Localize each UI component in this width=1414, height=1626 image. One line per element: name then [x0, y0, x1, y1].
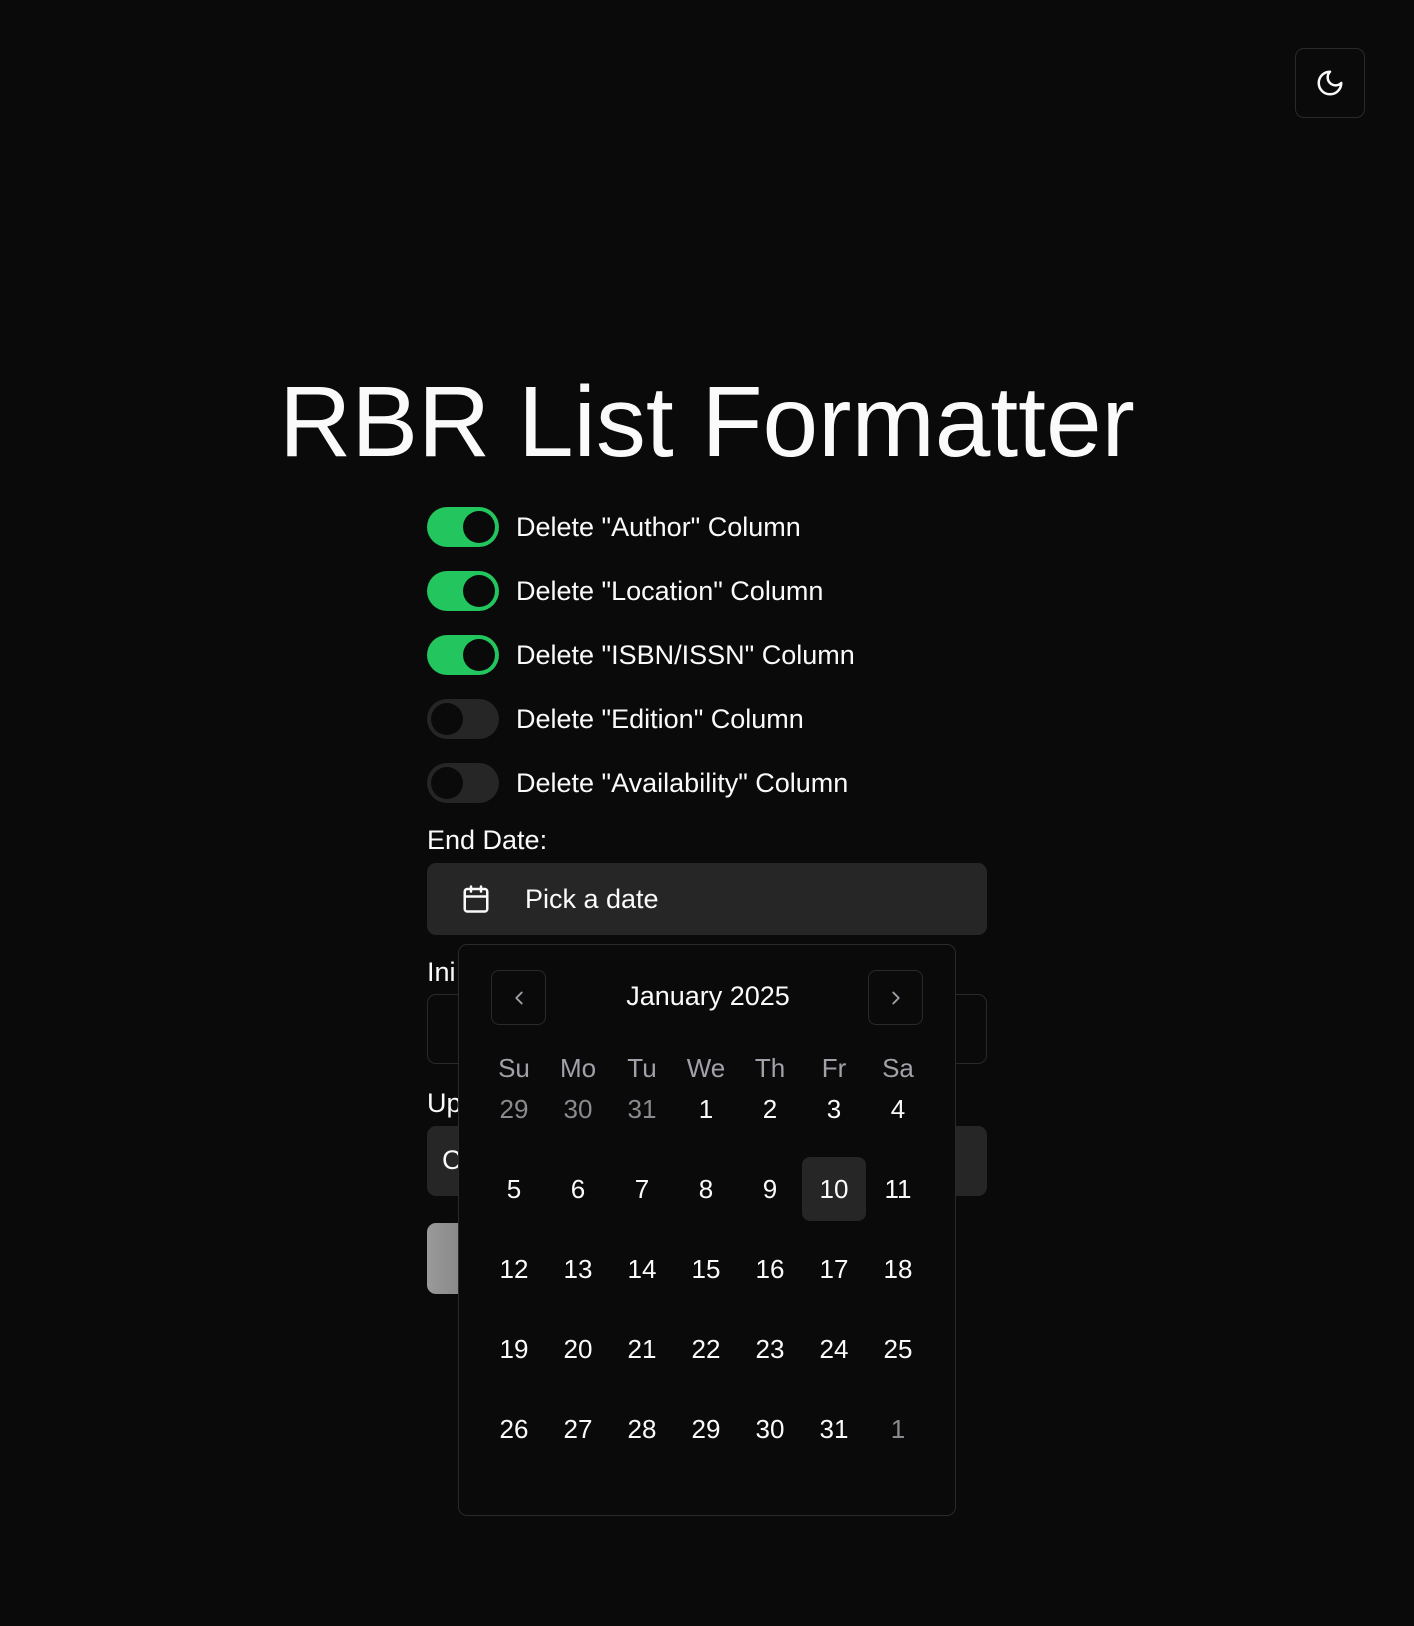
- next-month-button[interactable]: [868, 970, 923, 1025]
- calendar-day-selected[interactable]: 10: [802, 1157, 866, 1221]
- calendar-day[interactable]: 14: [610, 1237, 674, 1301]
- calendar-day[interactable]: 8: [674, 1157, 738, 1221]
- calendar-day[interactable]: 11: [866, 1157, 930, 1221]
- calendar-day[interactable]: 9: [738, 1157, 802, 1221]
- calendar-popover: January 2025 Su Mo Tu We Th Fr Sa 29 30 31 1 2 3 4 5 6 7…: [458, 944, 956, 1516]
- switch-knob: [463, 511, 495, 543]
- toggle-row-location: Delete "Location" Column: [427, 571, 823, 611]
- calendar-day[interactable]: 16: [738, 1237, 802, 1301]
- toggle-row-edition: Delete "Edition" Column: [427, 699, 804, 739]
- calendar-day[interactable]: 13: [546, 1237, 610, 1301]
- partial-upload-label: Up: [427, 1088, 462, 1118]
- moon-icon: [1317, 70, 1343, 96]
- calendar-day[interactable]: 5: [482, 1157, 546, 1221]
- calendar-day[interactable]: 2: [738, 1077, 802, 1141]
- calendar-day[interactable]: 12: [482, 1237, 546, 1301]
- calendar-day[interactable]: 27: [546, 1397, 610, 1461]
- calendar-day[interactable]: 25: [866, 1317, 930, 1381]
- calendar-day[interactable]: 23: [738, 1317, 802, 1381]
- switch-knob: [463, 639, 495, 671]
- calendar-day[interactable]: 17: [802, 1237, 866, 1301]
- calendar-day[interactable]: 7: [610, 1157, 674, 1221]
- date-picker-button[interactable]: Pick a date: [427, 863, 987, 935]
- calendar-day[interactable]: 3: [802, 1077, 866, 1141]
- theme-toggle-button[interactable]: [1295, 48, 1365, 118]
- chevron-right-icon: [891, 991, 900, 1004]
- calendar-day[interactable]: 28: [610, 1397, 674, 1461]
- end-date-label: End Date:: [427, 825, 548, 855]
- date-placeholder: Pick a date: [525, 883, 659, 914]
- calendar-icon: [463, 885, 489, 913]
- calendar-day[interactable]: 6: [546, 1157, 610, 1221]
- availability-column-switch[interactable]: [427, 763, 499, 803]
- calendar-day[interactable]: 30: [738, 1397, 802, 1461]
- calendar-day[interactable]: 31: [802, 1397, 866, 1461]
- calendar-day[interactable]: 29: [482, 1077, 546, 1141]
- calendar-day[interactable]: 26: [482, 1397, 546, 1461]
- calendar-day[interactable]: 21: [610, 1317, 674, 1381]
- switch-knob: [431, 767, 463, 799]
- calendar-day[interactable]: 31: [610, 1077, 674, 1141]
- calendar-day[interactable]: 30: [546, 1077, 610, 1141]
- calendar-day[interactable]: 1: [674, 1077, 738, 1141]
- calendar-day[interactable]: 19: [482, 1317, 546, 1381]
- switch-knob: [463, 575, 495, 607]
- toggle-label: Delete "Edition" Column: [516, 703, 804, 734]
- calendar-day[interactable]: 1: [866, 1397, 930, 1461]
- author-column-switch[interactable]: [427, 507, 499, 547]
- partial-field-label: Ini: [427, 957, 456, 987]
- calendar-day[interactable]: 24: [802, 1317, 866, 1381]
- edition-column-switch[interactable]: [427, 699, 499, 739]
- calendar-day[interactable]: 18: [866, 1237, 930, 1301]
- toggle-row-author: Delete "Author" Column: [427, 507, 801, 547]
- toggle-row-isbn: Delete "ISBN/ISSN" Column: [427, 635, 855, 675]
- toggle-row-availability: Delete "Availability" Column: [427, 763, 848, 803]
- isbn-column-switch[interactable]: [427, 635, 499, 675]
- calendar-day[interactable]: 29: [674, 1397, 738, 1461]
- calendar-day[interactable]: 20: [546, 1317, 610, 1381]
- toggle-label: Delete "ISBN/ISSN" Column: [516, 639, 855, 670]
- page-title: RBR List Formatter: [279, 366, 1135, 478]
- calendar-day[interactable]: 4: [866, 1077, 930, 1141]
- calendar-day[interactable]: 15: [674, 1237, 738, 1301]
- switch-knob: [431, 703, 463, 735]
- toggle-label: Delete "Availability" Column: [516, 767, 849, 798]
- location-column-switch[interactable]: [427, 571, 499, 611]
- toggle-label: Delete "Location" Column: [516, 575, 824, 606]
- toggle-label: Delete "Author" Column: [516, 511, 801, 542]
- calendar-day[interactable]: 22: [674, 1317, 738, 1381]
